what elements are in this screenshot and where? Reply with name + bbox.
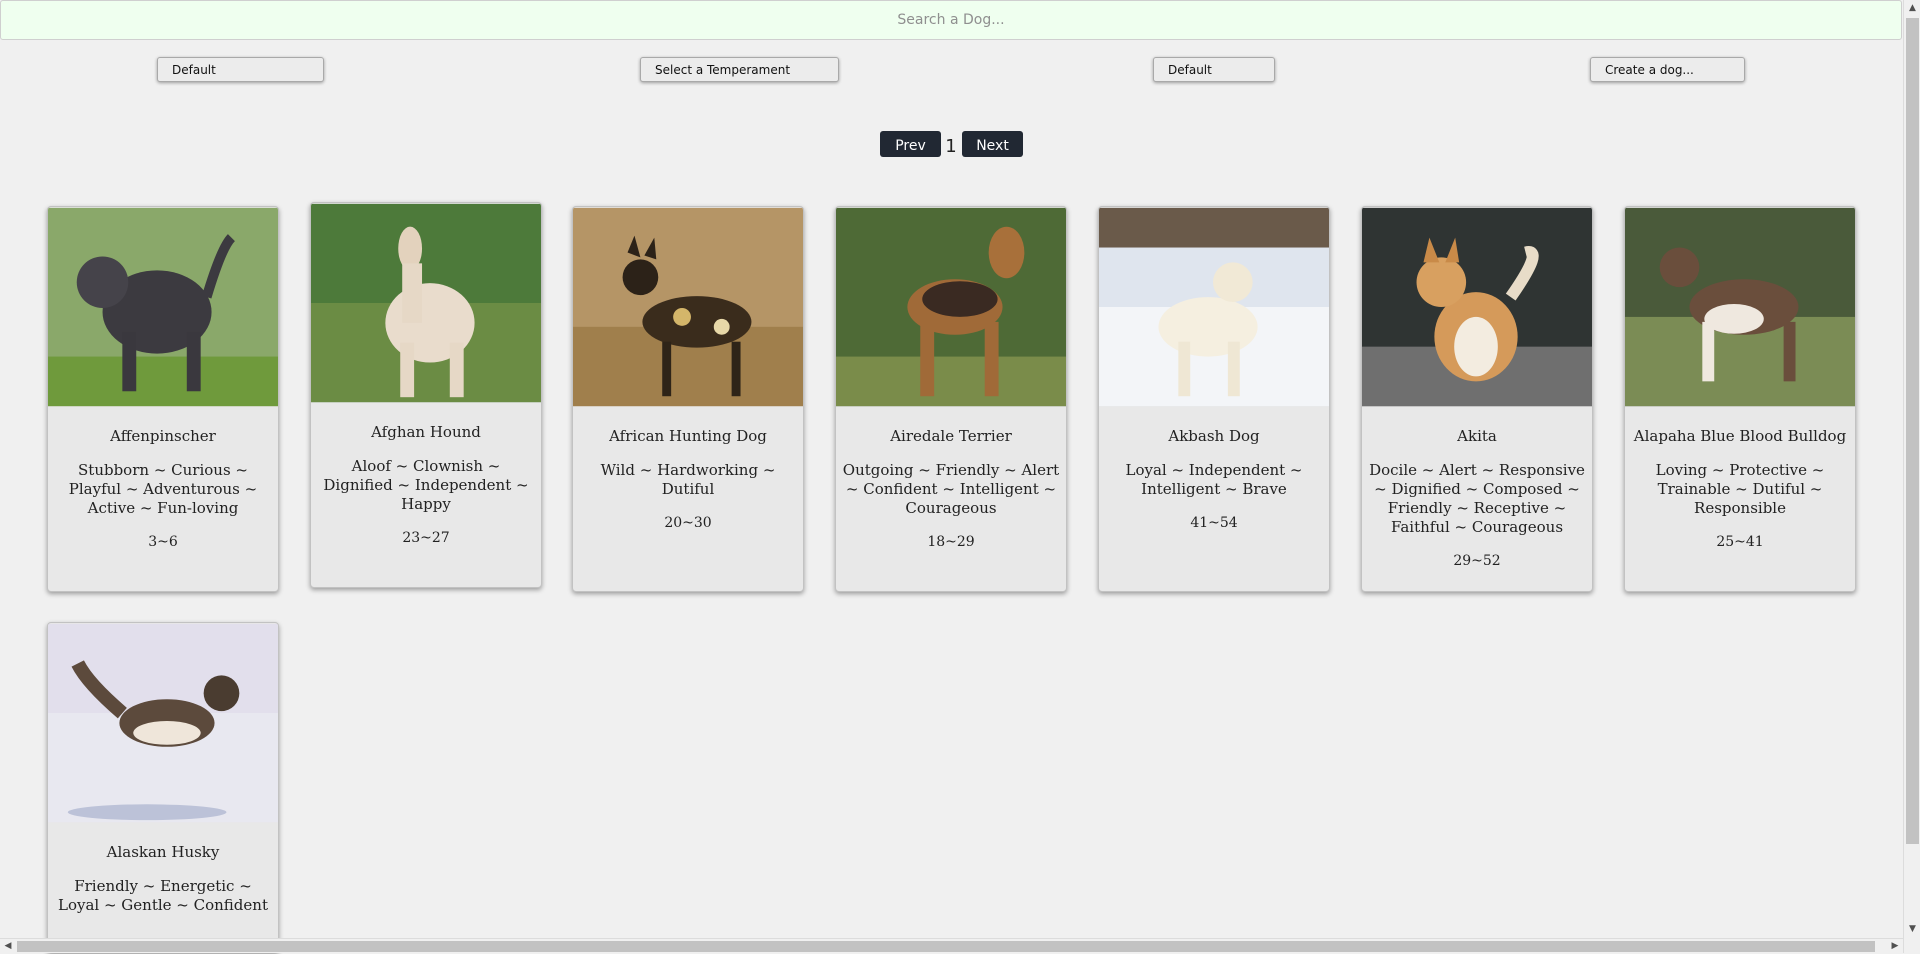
- next-button[interactable]: Next: [962, 131, 1023, 157]
- dog-card-afghan-hound[interactable]: Afghan Hound Aloof ~ Clownish ~ Dignifie…: [310, 202, 542, 588]
- dog-name: Alapaha Blue Blood Bulldog: [1633, 427, 1847, 445]
- dog-photo: [48, 207, 278, 407]
- dog-name: African Hunting Dog: [609, 427, 767, 445]
- dog-card-affenpinscher[interactable]: Affenpinscher Stubborn ~ Curious ~ Playf…: [47, 206, 279, 592]
- scroll-down-icon[interactable]: ▼: [1904, 921, 1920, 938]
- dog-temperament: Friendly ~ Energetic ~ Loyal ~ Gentle ~ …: [58, 877, 268, 914]
- sort-select-weight[interactable]: Default: [1153, 57, 1275, 82]
- dog-photo: [1099, 207, 1329, 407]
- dog-temperament: Loving ~ Protective ~ Trainable ~ Dutifu…: [1655, 461, 1825, 517]
- sort-select-default[interactable]: Default: [157, 57, 324, 82]
- dog-weight: 41~54: [1190, 515, 1238, 531]
- dog-temperament: Outgoing ~ Friendly ~ Alert ~ Confident …: [842, 461, 1060, 517]
- dog-temperament: Aloof ~ Clownish ~ Dignified ~ Independe…: [323, 457, 529, 513]
- dog-name: Akbash Dog: [1168, 427, 1260, 445]
- dog-weight: 20~30: [664, 515, 712, 531]
- dog-card-african-hunting-dog[interactable]: African Hunting Dog Wild ~ Hardworking ~…: [572, 206, 804, 592]
- scroll-right-icon[interactable]: ▶: [1887, 939, 1903, 954]
- dog-card-alapaha-blue-blood-bulldog[interactable]: Alapaha Blue Blood Bulldog Loving ~ Prot…: [1624, 206, 1856, 592]
- dog-photo: [573, 207, 803, 407]
- create-dog-select[interactable]: Create a dog...: [1590, 57, 1745, 82]
- dog-temperament: Docile ~ Alert ~ Responsive ~ Dignified …: [1369, 461, 1585, 536]
- dog-temperament: Stubborn ~ Curious ~ Playful ~ Adventuro…: [68, 461, 258, 517]
- dog-photo: [311, 203, 541, 403]
- dog-photo: [836, 207, 1066, 407]
- dog-weight: 18~29: [927, 534, 975, 550]
- dog-name: Akita: [1457, 427, 1497, 445]
- dog-card-akita[interactable]: Akita Docile ~ Alert ~ Responsive ~ Dign…: [1361, 206, 1593, 592]
- prev-button[interactable]: Prev: [880, 131, 941, 157]
- scroll-left-icon[interactable]: ◀: [0, 939, 16, 954]
- dog-photo: [1625, 207, 1855, 407]
- horizontal-scrollbar[interactable]: ◀ ▶: [0, 938, 1903, 953]
- dog-card-akbash-dog[interactable]: Akbash Dog Loyal ~ Independent ~ Intelli…: [1098, 206, 1330, 592]
- scroll-up-icon[interactable]: ▲: [1904, 0, 1920, 17]
- dog-temperament: Wild ~ Hardworking ~ Dutiful: [600, 461, 776, 498]
- horizontal-scroll-thumb[interactable]: [17, 941, 1875, 952]
- dog-weight: 23~27: [402, 530, 450, 546]
- page-number: 1: [945, 136, 957, 157]
- dog-photo: [48, 623, 278, 823]
- dog-weight: 3~6: [148, 534, 178, 550]
- dog-photo: [1362, 207, 1592, 407]
- dog-weight: 25~41: [1716, 534, 1764, 550]
- dog-temperament: Loyal ~ Independent ~ Intelligent ~ Brav…: [1125, 461, 1303, 498]
- dog-name: Airedale Terrier: [890, 427, 1012, 445]
- dog-weight: 29~52: [1453, 553, 1501, 569]
- vertical-scroll-thumb[interactable]: [1906, 18, 1919, 844]
- dog-card-alaskan-husky[interactable]: Alaskan Husky Friendly ~ Energetic ~ Loy…: [47, 622, 279, 953]
- search-input[interactable]: [0, 0, 1902, 40]
- vertical-scrollbar[interactable]: ▲ ▼: [1903, 0, 1920, 953]
- dog-name: Afghan Hound: [371, 423, 481, 441]
- dog-card-airedale-terrier[interactable]: Airedale Terrier Outgoing ~ Friendly ~ A…: [835, 206, 1067, 592]
- temperament-select[interactable]: Select a Temperament: [640, 57, 839, 82]
- dog-name: Alaskan Husky: [106, 843, 220, 861]
- dog-name: Affenpinscher: [110, 427, 216, 445]
